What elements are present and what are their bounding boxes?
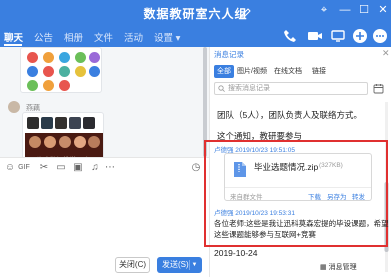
- folder-icon[interactable]: ▭: [55, 162, 67, 174]
- close-panel-icon[interactable]: ✕: [382, 48, 390, 59]
- maximize-button[interactable]: ☐: [356, 3, 372, 17]
- send-options-caret[interactable]: ▼: [189, 260, 199, 270]
- app-icon: [59, 80, 70, 91]
- manage-label: 消息管理: [328, 264, 357, 271]
- subtab-all[interactable]: 全部: [214, 65, 234, 78]
- app-icon: [75, 52, 86, 63]
- shared-image-apps[interactable]: [20, 47, 102, 93]
- app-icon: [43, 52, 54, 63]
- mic-icon[interactable]: ♫: [89, 162, 101, 174]
- photo-thumb: [27, 117, 39, 129]
- tab-bar: 聊天 公告 相册 文件 活动 设置 ▾: [0, 27, 391, 47]
- app-icon: [27, 52, 38, 63]
- panel-title: 消息记录: [214, 50, 244, 59]
- edit-icon[interactable]: [240, 6, 252, 18]
- close-button[interactable]: ✕: [375, 3, 391, 17]
- phone-icon[interactable]: [282, 28, 298, 44]
- window-title: 数据教研室六人组: [143, 7, 248, 21]
- face-thumb: [88, 136, 100, 148]
- pin-icon[interactable]: ⌖: [316, 3, 332, 17]
- search-input[interactable]: 搜索消息记录: [214, 82, 368, 95]
- save-as-link[interactable]: 另存为: [327, 191, 347, 201]
- file-card[interactable]: 毕业选题情况.zip (327KB) 来自群文件 下载 另存为 转发: [224, 153, 372, 201]
- zip-file-icon: [234, 162, 246, 177]
- smile-icon[interactable]: ☺: [4, 162, 16, 174]
- tab-files[interactable]: 文件: [94, 30, 113, 44]
- face-thumb: [44, 136, 56, 148]
- app-icon: [59, 66, 70, 77]
- minimize-button[interactable]: —: [337, 3, 353, 17]
- tab-chat[interactable]: 聊天: [4, 30, 23, 44]
- file-size: (327KB): [319, 162, 343, 169]
- more-tools-icon[interactable]: ⋯: [104, 162, 116, 174]
- file-card-footer: 来自群文件 下载 另存为 转发: [225, 187, 371, 201]
- close-chat-button[interactable]: 关闭(C): [115, 257, 150, 273]
- tab-activity[interactable]: 活动: [124, 30, 143, 44]
- face-thumb: [74, 136, 86, 148]
- message-manager-button[interactable]: ▦ 消息管理: [320, 262, 357, 272]
- add-icon[interactable]: [352, 28, 368, 44]
- app-icon: [89, 66, 100, 77]
- active-tab-indicator: [4, 44, 22, 46]
- face-thumb: [29, 136, 41, 148]
- screen-share-icon[interactable]: [330, 28, 346, 44]
- file-name: 毕业选题情况.zip: [254, 162, 319, 172]
- record-text-line: 团队（5人），团队负责人及联络方式。: [217, 110, 362, 120]
- title-bar: 数据教研室六人组 ⌖ — ☐ ✕: [0, 0, 391, 27]
- send-button[interactable]: 发送(S) ▼: [157, 257, 202, 273]
- send-label: 发送(S): [162, 260, 189, 269]
- photo-thumb: [69, 117, 81, 129]
- app-icon: [59, 52, 70, 63]
- scissors-icon[interactable]: ✂: [38, 162, 50, 174]
- message-text-line: 各位老师:这些是我让迅科莫森宏提的毕设课题，希望: [214, 219, 389, 228]
- calendar-icon[interactable]: [373, 83, 384, 94]
- image-icon[interactable]: ▣: [72, 162, 84, 174]
- search-placeholder: 搜索消息记录: [228, 85, 270, 92]
- date-separator: 2019-10-24: [214, 248, 258, 258]
- app-icon: [27, 66, 38, 77]
- subtab-links[interactable]: 链接: [312, 65, 326, 78]
- message-input-area[interactable]: ☺ GIF ✂ ▭ ▣ ♫ ⋯ ◷ 关闭(C) 发送(S) ▼: [0, 157, 209, 277]
- tab-announcement[interactable]: 公告: [34, 30, 53, 44]
- message-text-line: 这些课题能够参与互联网+竞赛: [214, 230, 316, 239]
- face-thumb: [59, 136, 71, 148]
- video-call-icon[interactable]: [307, 28, 323, 44]
- tab-album[interactable]: 相册: [64, 30, 83, 44]
- more-icon[interactable]: [372, 28, 388, 44]
- photo-thumb: [83, 117, 95, 129]
- app-icon: [43, 66, 54, 77]
- text-message-meta: 卢德强 2019/10/23 19:53:31: [214, 210, 295, 217]
- photo-thumb: [55, 117, 67, 129]
- subtab-media[interactable]: 图片/视频: [237, 65, 267, 78]
- app-icon: [75, 66, 86, 77]
- gif-icon[interactable]: GIF: [18, 162, 30, 174]
- app-icon: [89, 52, 100, 63]
- file-source: 来自群文件: [230, 194, 263, 201]
- app-icon: [43, 80, 54, 91]
- history-icon[interactable]: ◷: [190, 162, 202, 174]
- manage-icon: ▦: [320, 264, 327, 271]
- forward-link[interactable]: 转发: [352, 191, 365, 201]
- app-icon: [27, 80, 38, 91]
- photo-thumb: [41, 117, 53, 129]
- avatar[interactable]: [8, 101, 20, 113]
- search-icon: [218, 85, 225, 92]
- subtab-docs[interactable]: 在线文档: [274, 65, 302, 78]
- tab-settings[interactable]: 设置 ▾: [154, 30, 180, 44]
- download-link[interactable]: 下载: [308, 191, 321, 201]
